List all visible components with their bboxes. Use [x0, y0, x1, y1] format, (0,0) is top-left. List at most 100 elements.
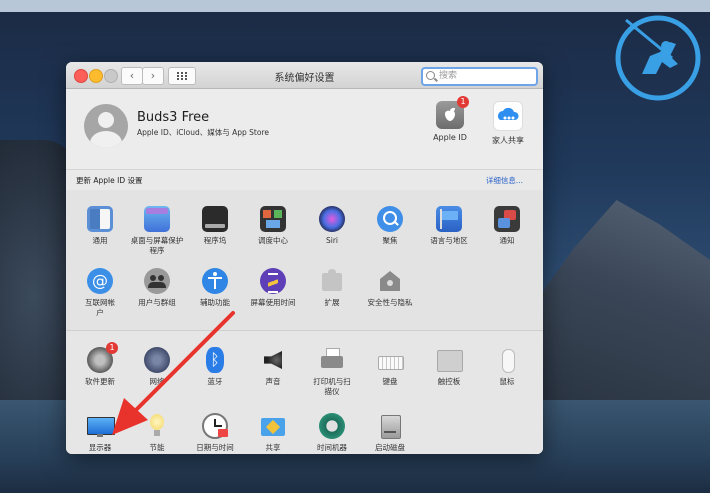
pane-label: 触控板: [437, 377, 461, 386]
sharing-icon: [260, 413, 286, 439]
pane-label: 程序坞: [203, 236, 227, 245]
account-subtitle: Apple ID、iCloud、媒体与 App Store: [137, 128, 269, 137]
search-field[interactable]: 搜索: [421, 67, 538, 86]
pane-printers-scanners[interactable]: 打印机与扫描仪: [303, 347, 361, 397]
pane-label: 辅助功能: [200, 298, 230, 307]
accessibility-icon: [202, 268, 228, 294]
pane-label: 蓝牙: [207, 377, 223, 386]
general-icon: [87, 206, 113, 232]
update-apple-id-label: 更新 Apple ID 设置: [76, 176, 143, 185]
security-icon: [377, 268, 403, 294]
pane-mission-control[interactable]: 调度中心: [244, 206, 302, 246]
apple-logo-icon: 1: [436, 96, 469, 129]
pane-startup-disk[interactable]: 启动磁盘: [361, 413, 419, 453]
pane-energy-saver[interactable]: 节能: [128, 413, 186, 453]
pane-sound[interactable]: 声音: [244, 347, 302, 387]
pane-label: 互联网帐户: [85, 298, 115, 317]
pane-label: 屏幕使用时间: [250, 298, 296, 307]
printer-icon: [319, 347, 345, 373]
pane-date-time[interactable]: 日期与时间: [186, 413, 244, 453]
pane-label: 时间机器: [317, 443, 347, 452]
pane-desktop-screensaver[interactable]: 桌面与屏幕保护程序: [128, 206, 186, 256]
apple-id-badge: 1: [457, 96, 469, 108]
pane-internet-accounts[interactable]: @ 互联网帐户: [71, 268, 129, 318]
title-bar: ‹ › 系统偏好设置 搜索: [66, 62, 543, 89]
pane-screen-time[interactable]: 屏幕使用时间: [244, 268, 302, 308]
details-link[interactable]: 详细信息...: [486, 175, 523, 186]
pane-label: 启动磁盘: [375, 443, 405, 452]
pane-notifications[interactable]: 通知: [478, 206, 536, 246]
knight-logo-icon: [615, 15, 701, 101]
family-sharing-label: 家人共享: [492, 136, 524, 145]
pane-security-privacy[interactable]: 安全性与隐私: [361, 268, 419, 308]
pane-label: 节能: [149, 443, 165, 452]
pane-label: 网络: [149, 377, 165, 386]
pane-label: 通用: [92, 236, 108, 245]
startup-disk-icon: [377, 413, 403, 439]
notifications-icon: [494, 206, 520, 232]
pane-label: 软件更新: [85, 377, 115, 386]
display-icon: [87, 413, 115, 439]
pane-siri[interactable]: Siri: [303, 206, 361, 246]
screen-time-icon: [260, 268, 286, 294]
family-sharing-pane[interactable]: 家人共享: [483, 101, 533, 146]
pane-network[interactable]: 网络: [128, 347, 186, 387]
top-strip: [0, 0, 710, 12]
pane-accessibility[interactable]: 辅助功能: [186, 268, 244, 308]
pane-users-groups[interactable]: 用户与群组: [128, 268, 186, 308]
search-placeholder: 搜索: [439, 71, 458, 81]
account-name: Buds3 Free: [137, 110, 210, 125]
apple-id-header: Buds3 Free Apple ID、iCloud、媒体与 App Store…: [66, 89, 543, 169]
pane-label: 打印机与扫描仪: [313, 377, 351, 396]
software-update-icon: 1: [87, 342, 118, 373]
pane-label: 键盘: [382, 377, 398, 386]
dock-icon: [202, 206, 228, 232]
pane-software-update[interactable]: 1 软件更新: [71, 342, 129, 387]
pane-label: Siri: [325, 236, 338, 245]
preferences-section-hardware: 1 软件更新 网络 ᛒ 蓝牙 声音 打印机与扫描仪 键盘 触控板 鼠标 显示器 …: [66, 331, 543, 454]
sound-icon: [260, 347, 286, 373]
pane-displays[interactable]: 显示器: [71, 413, 129, 453]
pane-label: 聚焦: [382, 236, 398, 245]
mouse-icon: [494, 347, 520, 373]
users-icon: [144, 268, 170, 294]
pane-keyboard[interactable]: 键盘: [361, 347, 419, 387]
pane-label: 安全性与隐私: [367, 298, 413, 307]
avatar[interactable]: [84, 104, 128, 148]
pane-dock[interactable]: 程序坞: [186, 206, 244, 246]
pane-label: 扩展: [324, 298, 340, 307]
pane-language-region[interactable]: 语言与地区: [420, 206, 478, 246]
pane-label: 通知: [499, 236, 515, 245]
extensions-icon: [319, 268, 345, 294]
pane-label: 声音: [265, 377, 281, 386]
siri-icon: [319, 206, 345, 232]
preferences-section-personal: 通用 桌面与屏幕保护程序 程序坞 调度中心 Siri 聚焦 语言与地区 通知 @…: [66, 190, 543, 331]
pane-label: 语言与地区: [430, 236, 468, 245]
pane-time-machine[interactable]: 时间机器: [303, 413, 361, 453]
pane-sharing[interactable]: 共享: [244, 413, 302, 453]
energy-icon: [144, 413, 170, 439]
date-time-icon: [202, 413, 228, 439]
pane-label: 用户与群组: [138, 298, 176, 307]
pane-label: 桌面与屏幕保护程序: [130, 236, 184, 255]
pane-bluetooth[interactable]: ᛒ 蓝牙: [186, 347, 244, 387]
system-preferences-window: ‹ › 系统偏好设置 搜索 Buds3 Free Apple ID、iCloud…: [66, 62, 543, 454]
pane-spotlight[interactable]: 聚焦: [361, 206, 419, 246]
search-icon: [426, 71, 435, 80]
pane-extensions[interactable]: 扩展: [303, 268, 361, 308]
mission-control-icon: [260, 206, 286, 232]
pane-trackpad[interactable]: 触控板: [420, 347, 478, 387]
apple-id-pane[interactable]: 1 Apple ID: [425, 96, 475, 142]
language-icon: [436, 206, 462, 232]
internet-accounts-icon: @: [87, 268, 113, 294]
pane-label: 显示器: [88, 443, 112, 452]
pane-mouse[interactable]: 鼠标: [478, 347, 536, 387]
keyboard-icon: [377, 347, 404, 373]
pane-label: 鼠标: [499, 377, 515, 386]
pane-general[interactable]: 通用: [71, 206, 129, 246]
pane-label: 共享: [265, 443, 281, 452]
software-update-badge: 1: [106, 342, 118, 354]
network-icon: [144, 347, 170, 373]
bluetooth-icon: ᛒ: [206, 347, 224, 373]
spotlight-icon: [377, 206, 403, 232]
